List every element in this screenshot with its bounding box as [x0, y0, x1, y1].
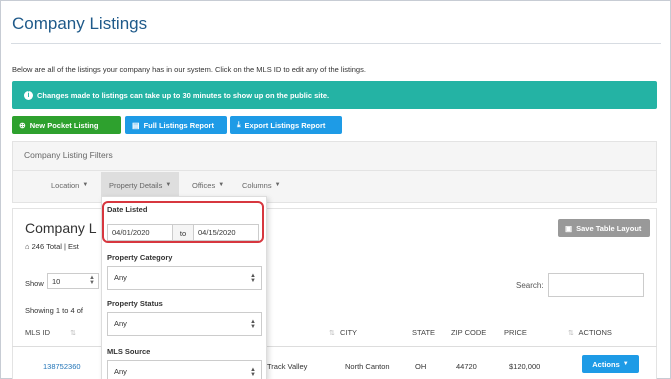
page-title: Company Listings: [12, 14, 148, 33]
column-header-actions[interactable]: ⇅ ACTIONS: [568, 328, 612, 337]
property-category-select[interactable]: Any ▲ ▼: [107, 266, 262, 290]
date-listed-highlight: [102, 201, 264, 243]
save-table-layout-label: Save Table Layout: [576, 223, 642, 233]
column-header-zip[interactable]: ZIP CODE: [451, 328, 486, 337]
info-alert: i Changes made to listings can take up t…: [12, 81, 657, 109]
caret-down-icon: ▼: [82, 182, 89, 188]
sort-icon: ⇅: [568, 330, 574, 337]
state-cell: OH: [415, 362, 427, 371]
listings-title: Company L: [25, 220, 97, 236]
new-pocket-listing-button[interactable]: ⊕ New Pocket Listing: [12, 116, 121, 134]
tab-property-details[interactable]: Property Details ▼: [101, 172, 180, 198]
column-header-city[interactable]: ⇅ CITY: [329, 328, 357, 337]
tab-offices[interactable]: Offices ▼: [184, 172, 232, 198]
column-header-price[interactable]: PRICE: [504, 328, 527, 337]
show-label: Show: [25, 279, 44, 288]
zip-cell: 44720: [456, 362, 477, 371]
download-icon: ⤓: [237, 120, 241, 129]
search-input[interactable]: [548, 273, 644, 297]
caret-down-icon: ▼: [622, 361, 629, 367]
updown-arrows-icon: ▲ ▼: [250, 273, 256, 284]
search-label: Search:: [516, 281, 544, 290]
actions-button-label: Actions: [592, 359, 620, 369]
sort-icon: ⇅: [329, 330, 335, 337]
tab-property-details-label: Property Details: [109, 180, 163, 190]
tab-columns-label: Columns: [242, 180, 272, 190]
page-size-value: 10: [52, 277, 61, 286]
property-category-value: Any: [114, 273, 127, 282]
address-cell: Track Valley: [267, 362, 308, 371]
mls-id-link[interactable]: 138752360: [43, 362, 81, 371]
home-icon: ⌂: [25, 242, 30, 251]
caret-down-icon: ▼: [165, 182, 172, 188]
listings-summary-text: 246 Total | Est: [31, 242, 79, 251]
property-status-value: Any: [114, 319, 127, 328]
tab-location[interactable]: Location ▼: [43, 172, 96, 198]
price-cell: $120,000: [509, 362, 541, 371]
property-category-label: Property Category: [107, 253, 173, 262]
listings-summary: ⌂ 246 Total | Est: [25, 242, 79, 251]
save-table-layout-button[interactable]: ▣ Save Table Layout: [558, 219, 650, 237]
filters-divider: [13, 170, 656, 171]
property-status-select[interactable]: Any ▲ ▼: [107, 312, 262, 336]
column-header-city-label: CITY: [339, 328, 358, 337]
column-header-state[interactable]: STATE: [412, 328, 435, 337]
info-icon: i: [24, 90, 33, 100]
new-pocket-listing-label: New Pocket Listing: [29, 120, 99, 130]
updown-arrows-icon: ▲ ▼: [250, 367, 256, 378]
plus-circle-icon: ⊕: [19, 120, 26, 130]
column-header-actions-label: ACTIONS: [578, 328, 612, 337]
city-cell: North Canton: [345, 362, 390, 371]
column-header-mls-id[interactable]: MLS ID ⇅: [25, 328, 79, 337]
tab-columns[interactable]: Columns ▼: [234, 172, 289, 198]
showing-count: Showing 1 to 4 of: [25, 306, 83, 315]
updown-arrows-icon: ▲ ▼: [89, 275, 95, 286]
updown-arrows-icon: ▲ ▼: [250, 319, 256, 330]
actions-button[interactable]: Actions ▼: [582, 355, 639, 373]
mls-source-label: MLS Source: [107, 347, 151, 356]
table-icon: ▤: [132, 120, 140, 130]
export-listings-report-label: Export Listings Report: [244, 120, 326, 130]
sort-icon: ⇅: [70, 330, 76, 337]
full-listings-report-button[interactable]: ▤ Full Listings Report: [125, 116, 227, 134]
mls-source-select[interactable]: Any ▲ ▼: [107, 360, 262, 379]
intro-text: Below are all of the listings your compa…: [12, 65, 366, 74]
column-header-mls-id-label: MLS ID: [25, 328, 51, 337]
tab-offices-label: Offices: [192, 180, 216, 190]
filters-title: Company Listing Filters: [24, 150, 113, 160]
property-status-label: Property Status: [107, 299, 163, 308]
page-size-select[interactable]: 10 ▲ ▼: [47, 273, 99, 289]
alert-text: Changes made to listings can take up to …: [37, 90, 330, 100]
export-listings-report-button[interactable]: ⤓ Export Listings Report: [230, 116, 342, 134]
caret-down-icon: ▼: [274, 182, 281, 188]
save-icon: ▣: [565, 223, 573, 233]
filters-panel: Company Listing Filters Location ▼ Prope…: [12, 141, 657, 203]
title-divider: [11, 43, 661, 44]
mls-source-value: Any: [114, 367, 127, 376]
caret-down-icon: ▼: [218, 182, 225, 188]
full-listings-report-label: Full Listings Report: [143, 120, 214, 130]
tab-location-label: Location: [51, 180, 80, 190]
page-frame: Company Listings Below are all of the li…: [0, 0, 671, 379]
